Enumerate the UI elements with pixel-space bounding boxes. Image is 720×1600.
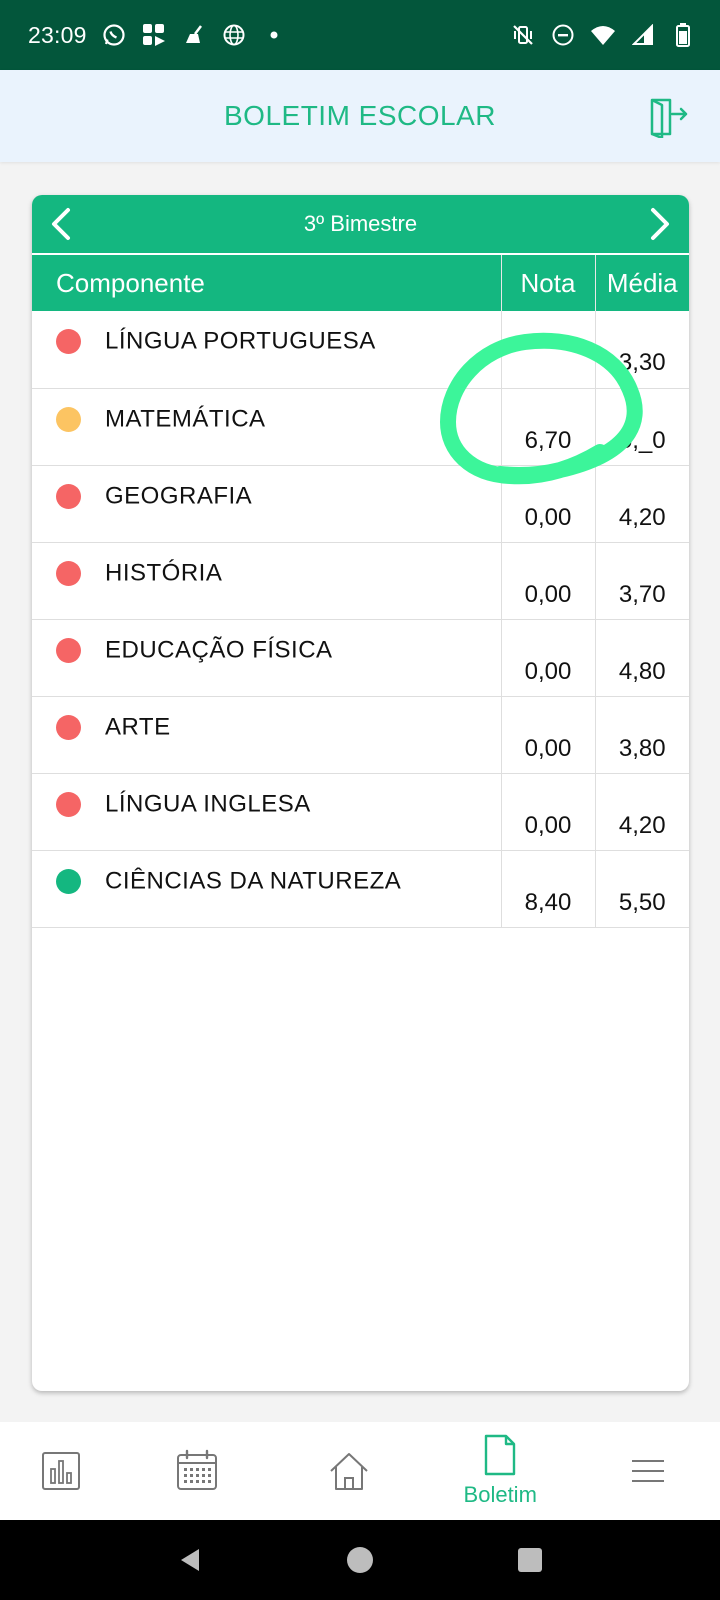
subject-name: LÍNGUA INGLESA xyxy=(105,790,311,818)
subject-name: ARTE xyxy=(105,713,171,741)
recents-square-icon[interactable] xyxy=(515,1545,545,1575)
grades-table: Componente Nota Média LÍNGUA PORTUGUESA 3… xyxy=(32,253,689,928)
grade-cell: 0,00 xyxy=(501,619,596,697)
subject-name: MATEMÁTICA xyxy=(105,405,266,433)
average-cell: 3,80 xyxy=(595,696,689,774)
broom-icon xyxy=(181,22,207,48)
grade-cell: 8,40 xyxy=(501,850,596,928)
average-cell: 4,20 xyxy=(595,465,689,543)
status-time: 23:09 xyxy=(28,21,87,48)
status-dot xyxy=(56,329,81,355)
back-triangle-icon[interactable] xyxy=(175,1545,205,1575)
average-cell: 4,80 xyxy=(595,619,689,697)
nav-calendar[interactable] xyxy=(121,1422,273,1520)
status-dot xyxy=(56,483,81,509)
average-cell: 5,50 xyxy=(595,850,689,928)
subject-cell: GEOGRAFIA xyxy=(32,465,502,543)
grades-table-body: LÍNGUA PORTUGUESA 3,30 MATEMÁTICA 6,70 5,_0 G… xyxy=(32,311,689,928)
subject-name: CIÊNCIAS DA NATUREZA xyxy=(105,867,402,895)
page-title: BOLETIM ESCOLAR xyxy=(223,100,496,131)
calendar-icon xyxy=(177,1449,218,1490)
subject-name: LÍNGUA PORTUGUESA xyxy=(105,327,376,355)
bottom-navigation: Boletim xyxy=(0,1422,720,1520)
period-label: 3º Bimestre xyxy=(303,211,418,236)
dot-icon xyxy=(261,22,287,48)
status-dot xyxy=(56,714,81,740)
status-dot xyxy=(56,637,81,663)
average-cell: 3,70 xyxy=(595,542,689,620)
status-dot xyxy=(56,791,81,817)
report-card: 3º Bimestre Componente Nota Média LÍNGUA… xyxy=(32,195,689,1391)
subject-cell: CIÊNCIAS DA NATUREZA xyxy=(32,850,502,928)
table-header-row: Componente Nota Média xyxy=(32,253,689,311)
average-cell: 5,_0 xyxy=(595,388,689,466)
home-circle-icon[interactable] xyxy=(345,1545,375,1575)
next-period-button[interactable] xyxy=(641,205,679,243)
table-row: CIÊNCIAS DA NATUREZA 8,40 5,50 xyxy=(32,850,689,928)
signal-icon xyxy=(630,22,656,48)
grade-cell: 0,00 xyxy=(501,773,596,851)
battery-icon xyxy=(670,22,696,48)
apps-grid-icon xyxy=(141,22,167,48)
grade-cell: 6,70 xyxy=(501,388,596,466)
nav-menu[interactable] xyxy=(576,1422,720,1520)
nav-boletim-label: Boletim xyxy=(463,1482,537,1507)
system-navigation-bar xyxy=(0,1520,720,1600)
nav-boletim[interactable]: Boletim xyxy=(424,1422,576,1520)
previous-period-button[interactable] xyxy=(42,205,80,243)
grade-cell: 0,00 xyxy=(501,696,596,774)
header-component: Componente xyxy=(32,253,502,311)
subject-name: EDUCAÇÃO FÍSICA xyxy=(105,636,333,664)
table-row: MATEMÁTICA 6,70 5,_0 xyxy=(32,388,689,466)
table-row: HISTÓRIA 0,00 3,70 xyxy=(32,542,689,620)
whatsapp-icon xyxy=(101,22,127,48)
vibrate-off-icon xyxy=(510,22,536,48)
system-status-icons xyxy=(510,22,696,48)
table-row: EDUCAÇÃO FÍSICA 0,00 4,80 xyxy=(32,619,689,697)
app-header: BOLETIM ESCOLAR xyxy=(0,70,720,162)
subject-cell: MATEMÁTICA xyxy=(32,388,502,466)
document-icon xyxy=(485,1434,516,1476)
subject-cell: LÍNGUA INGLESA xyxy=(32,773,502,851)
subject-cell: HISTÓRIA xyxy=(32,542,502,620)
globe-icon xyxy=(221,22,247,48)
chevron-left-icon xyxy=(52,208,70,240)
notification-icons xyxy=(101,22,287,48)
status-dot xyxy=(56,868,81,894)
subject-cell: EDUCAÇÃO FÍSICA xyxy=(32,619,502,697)
period-selector: 3º Bimestre xyxy=(32,195,689,253)
exit-door-icon xyxy=(650,98,688,140)
status-dot xyxy=(56,560,81,586)
table-row: LÍNGUA PORTUGUESA 3,30 xyxy=(32,311,689,389)
status-dot xyxy=(56,406,81,432)
menu-icon xyxy=(632,1460,664,1482)
status-bar: 23:09 xyxy=(0,0,720,70)
subject-name: GEOGRAFIA xyxy=(105,482,253,510)
grade-cell xyxy=(501,311,596,389)
subject-cell: LÍNGUA PORTUGUESA xyxy=(32,311,502,389)
logout-button[interactable] xyxy=(648,96,690,140)
table-row: GEOGRAFIA 0,00 4,20 xyxy=(32,465,689,543)
wifi-icon xyxy=(590,22,616,48)
header-average: Média xyxy=(595,253,689,311)
nav-home[interactable] xyxy=(273,1422,425,1520)
average-cell: 4,20 xyxy=(595,773,689,851)
chevron-right-icon xyxy=(651,208,669,240)
average-cell: 3,30 xyxy=(595,311,689,389)
table-row: LÍNGUA INGLESA 0,00 4,20 xyxy=(32,773,689,851)
subject-cell: ARTE xyxy=(32,696,502,774)
do-not-disturb-icon xyxy=(550,22,576,48)
subject-name: HISTÓRIA xyxy=(105,559,223,587)
table-row: ARTE 0,00 3,80 xyxy=(32,696,689,774)
grade-cell: 0,00 xyxy=(501,542,596,620)
home-icon xyxy=(329,1453,368,1490)
bar-chart-icon xyxy=(41,1452,80,1490)
nav-statistics[interactable] xyxy=(0,1422,121,1520)
grade-cell: 0,00 xyxy=(501,465,596,543)
header-grade: Nota xyxy=(501,253,596,311)
